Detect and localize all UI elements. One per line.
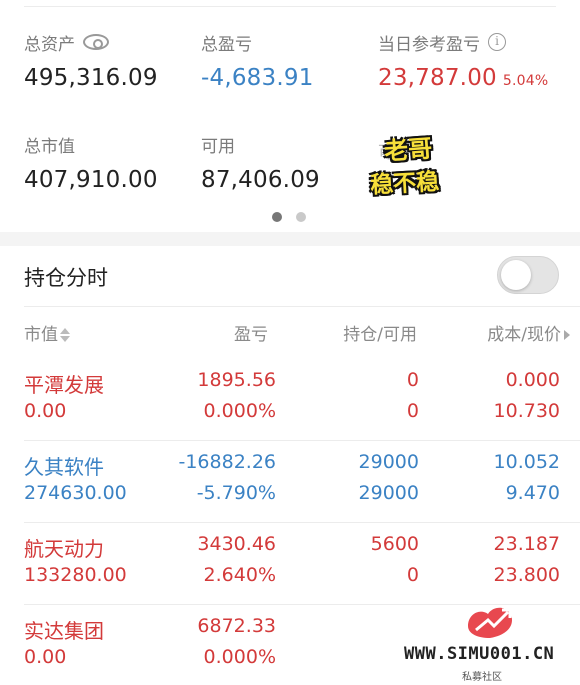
today-pl-label: 当日参考盈亏 [378,34,480,55]
header-pl: 盈亏 [234,325,268,345]
today-pl-cell: 当日参考盈亏 i 23,787.00 5.04% [378,30,548,91]
stock-pl-pct: 2.640% [203,564,276,586]
positions-table-header: 市值 盈亏 持仓/可用 成本/现价 [0,318,580,348]
header-hold: 持仓/可用 [343,325,417,345]
stock-hold: 29000 [358,451,419,473]
site-watermark: WWW.SIMU001.CN 私募社区 [400,598,580,685]
stock-market-value: 0.00 [24,400,67,422]
stock-name: 实达集团 [24,619,104,643]
available-label: 可用 [201,136,235,157]
stock-available: 0 [406,400,419,422]
watermark-sub: 私募社区 [462,672,502,683]
carousel-dot-2[interactable] [296,212,306,222]
account-summary: 总资产 495,316.09 总盈亏 -4,683.91 当日参考盈亏 i 23… [0,0,580,232]
total-pl-value: -4,683.91 [201,65,314,91]
stock-pl: 3430.46 [197,533,276,555]
position-row[interactable]: 航天动力 133280.00 3430.46 2.640% 5600 0 23.… [0,523,580,605]
today-pl-value: 23,787.00 5.04% [378,65,549,91]
panel-divider [24,306,580,307]
intraday-toggle[interactable] [497,256,559,294]
stock-market-value: 0.00 [24,646,67,668]
stock-market-value: 274630.00 [24,482,127,504]
stock-name: 久其软件 [24,455,104,479]
stock-name: 航天动力 [24,537,104,561]
intraday-toggle-row: 持仓分时 [0,246,580,306]
chevron-right-icon[interactable] [564,330,570,340]
stock-pl-pct: 0.000% [203,400,276,422]
stock-market-value: 133280.00 [24,564,127,586]
stock-price: 23.800 [493,564,560,586]
carousel-dot-1[interactable] [272,212,282,222]
total-assets-cell: 总资产 495,316.09 [24,30,158,91]
stock-pl-pct: 0.000% [203,646,276,668]
intraday-title: 持仓分时 [24,266,108,290]
stock-available: 29000 [358,482,419,504]
position-row[interactable]: 平潭发展 0.00 1895.56 0.000% 0 0 0.000 10.73… [0,359,580,441]
total-assets-value: 495,316.09 [24,65,158,91]
stock-name: 平潭发展 [24,373,104,397]
total-assets-label: 总资产 [24,34,75,55]
total-pl-cell: 总盈亏 -4,683.91 [201,30,314,92]
logo-icon [468,607,512,638]
toggle-knob [501,260,531,290]
available-cell: 可用 87,406.09 [201,132,320,194]
top-divider [24,6,556,7]
stock-hold: 0 [406,369,419,391]
stock-hold: 5600 [370,533,419,555]
stock-available: 0 [406,564,419,586]
eye-icon[interactable] [83,34,109,50]
available-value: 87,406.09 [201,167,320,193]
info-icon[interactable]: i [488,33,506,51]
today-pl-pct: 5.04% [502,73,549,89]
market-value-cell: 总市值 407,910.00 [24,132,158,194]
meme-sticker: 可 老哥 稳不稳 [368,128,458,200]
sticker-line-2: 稳不稳 [369,169,440,199]
position-row[interactable]: 久其软件 274630.00 -16882.26 -5.790% 29000 2… [0,441,580,523]
watermark-text: WWW.SIMU001.CN [404,644,555,664]
stock-pl-pct: -5.790% [196,482,276,504]
stock-pl: 6872.33 [197,615,276,637]
stock-pl: -16882.26 [178,451,276,473]
stock-cost: 23.187 [493,533,560,555]
carousel-indicator [272,212,306,222]
header-cost[interactable]: 成本/现价 [487,320,570,345]
market-value-value: 407,910.00 [24,167,158,193]
market-value-label: 总市值 [24,136,75,157]
stock-cost: 10.052 [493,451,560,473]
stock-price: 9.470 [505,482,560,504]
stock-price: 10.730 [493,400,560,422]
sticker-line-1: 老哥 [383,134,434,166]
header-market-value[interactable]: 市值 [24,320,70,345]
stock-pl: 1895.56 [197,369,276,391]
total-pl-label: 总盈亏 [201,34,252,55]
sort-icon[interactable] [60,327,70,343]
stock-cost: 0.000 [505,369,560,391]
